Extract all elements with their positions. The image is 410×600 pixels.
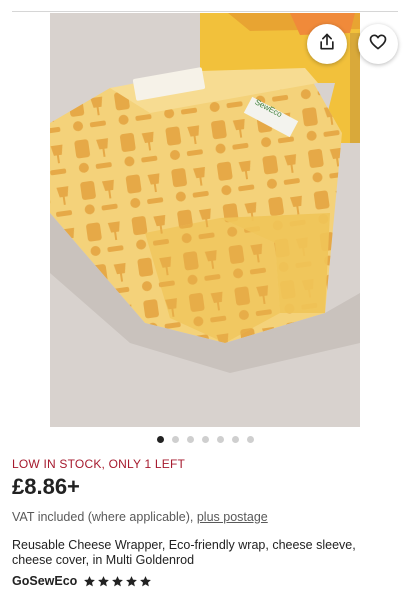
share-icon: [317, 32, 337, 57]
star-icon: [84, 575, 96, 586]
gallery-dot[interactable]: [246, 436, 254, 443]
favorite-button[interactable]: [358, 24, 398, 64]
shop-rating-row: GoSewEco: [12, 574, 152, 588]
star-rating: [83, 575, 152, 588]
stock-notice: LOW IN STOCK, ONLY 1 LEFT: [12, 457, 186, 471]
star-icon: [140, 575, 152, 586]
shop-name[interactable]: GoSewEco: [12, 574, 77, 588]
gallery-dot[interactable]: [201, 436, 209, 443]
vat-text: VAT included (where applicable),: [12, 510, 194, 524]
star-icon: [126, 575, 138, 586]
gallery-dot[interactable]: [156, 436, 164, 443]
star-icon: [112, 575, 124, 586]
price: £8.86+: [12, 474, 80, 499]
heart-icon: [368, 32, 388, 57]
gallery-dot[interactable]: [186, 436, 194, 443]
vat-note: VAT included (where applicable), plus po…: [12, 510, 268, 524]
listing-title[interactable]: Reusable Cheese Wrapper, Eco-friendly wr…: [12, 538, 398, 568]
top-divider: [12, 11, 398, 12]
gallery-dot[interactable]: [231, 436, 239, 443]
postage-link[interactable]: plus postage: [197, 510, 268, 524]
share-button[interactable]: [307, 24, 347, 64]
product-photo[interactable]: SewEco: [50, 13, 360, 427]
star-icon: [98, 575, 110, 586]
gallery-dot[interactable]: [171, 436, 179, 443]
gallery-pagination: [0, 436, 410, 443]
gallery-dot[interactable]: [216, 436, 224, 443]
